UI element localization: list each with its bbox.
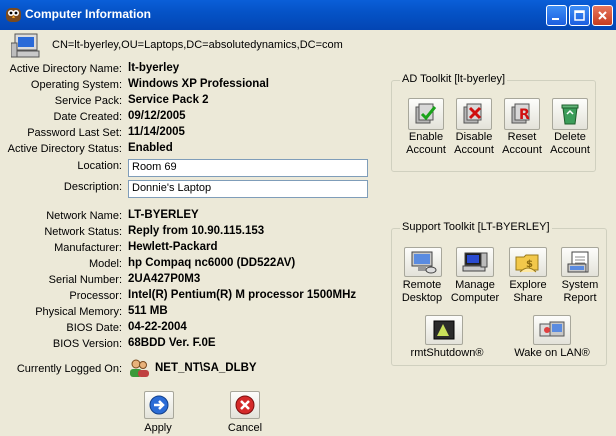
wake-on-lan-label: Wake on LAN® — [514, 347, 590, 359]
service-pack-label: Service Pack: — [54, 95, 122, 107]
system-report-icon — [567, 251, 589, 273]
recycle-bin-icon — [561, 104, 579, 125]
bios-version-label: BIOS Version: — [52, 338, 122, 350]
rmt-shutdown-button[interactable] — [425, 315, 463, 345]
physical-memory-label: Physical Memory: — [35, 306, 122, 318]
model-value: hp Compaq nc6000 (DD522AV) — [128, 257, 296, 269]
logged-on-value: NET_NT\SA_DLBY — [155, 362, 257, 374]
minimize-button[interactable] — [546, 5, 567, 26]
description-input[interactable]: Donnie's Laptop — [128, 180, 368, 198]
wake-on-lan-icon — [539, 321, 565, 337]
reset-account-button[interactable]: R — [504, 98, 540, 130]
remote-desktop-button[interactable] — [404, 247, 442, 277]
disable-account-button[interactable] — [456, 98, 492, 130]
remote-desktop-label: Remote Desktop — [401, 279, 443, 304]
window-title: Computer Information — [25, 7, 151, 21]
rmt-shutdown-label: rmtShutdown® — [410, 347, 484, 359]
network-status-label: Network Status: — [44, 226, 122, 238]
bios-version-value: 68BDD Ver. F.0E — [128, 337, 216, 349]
os-label: Operating System: — [30, 79, 122, 91]
computer-icon — [11, 33, 40, 58]
support-toolkit-group: Support Toolkit [LT-BYERLEY] $ Remote De… — [391, 221, 607, 366]
wake-on-lan-button[interactable] — [533, 315, 571, 345]
os-value: Windows XP Professional — [128, 78, 269, 90]
network-name-value: LT-BYERLEY — [128, 209, 199, 221]
description-label: Description: — [63, 181, 122, 193]
cancel-x-icon — [235, 395, 255, 415]
cancel-button[interactable] — [230, 391, 260, 419]
close-icon — [598, 11, 607, 20]
model-label: Model: — [88, 258, 122, 270]
distinguished-name: CN=lt-byerley,OU=Laptops,DC=absolutedyna… — [52, 39, 343, 51]
system-report-button[interactable] — [561, 247, 599, 277]
location-input[interactable]: Room 69 — [128, 159, 368, 177]
explore-share-icon: $ — [515, 254, 539, 273]
network-name-label: Network Name: — [46, 210, 122, 222]
explore-share-label: Explore Share — [509, 279, 547, 304]
logged-on-label: Currently Logged On: — [16, 363, 122, 375]
maximize-icon — [574, 10, 585, 21]
manage-computer-icon — [462, 252, 488, 272]
password-last-set-label: Password Last Set: — [27, 127, 122, 139]
serial-number-label: Serial Number: — [48, 274, 122, 286]
manufacturer-label: Manufacturer: — [54, 242, 122, 254]
manufacturer-value: Hewlett-Packard — [128, 241, 218, 253]
processor-value: Intel(R) Pentium(R) M processor 1500MHz — [128, 289, 357, 301]
processor-label: Processor: — [69, 290, 122, 302]
ad-status-label: Active Directory Status: — [7, 143, 122, 155]
cancel-label: Cancel — [227, 422, 263, 434]
ad-toolkit-group: AD Toolkit [lt-byerley] R Enable Account … — [391, 73, 596, 172]
users-icon — [130, 359, 149, 377]
system-report-label: System Report — [561, 279, 599, 304]
enable-account-button[interactable] — [408, 98, 444, 130]
bios-date-label: BIOS Date: — [66, 322, 122, 334]
physical-memory-value: 511 MB — [128, 305, 168, 317]
apply-label: Apply — [144, 422, 172, 434]
minimize-icon — [552, 18, 559, 20]
ad-status-value: Enabled — [128, 142, 173, 154]
app-owl-icon — [6, 8, 21, 22]
bios-date-value: 04-22-2004 — [128, 321, 187, 333]
network-status-value: Reply from 10.90.115.153 — [128, 225, 265, 237]
title-bar[interactable]: Computer Information — [0, 0, 616, 30]
enable-account-icon — [415, 103, 437, 124]
explore-share-button[interactable]: $ — [509, 247, 547, 277]
shutdown-icon — [433, 320, 455, 340]
ad-name-label: Active Directory Name: — [9, 63, 122, 75]
manage-computer-label: Manage Computer — [450, 279, 500, 304]
svg-text:R: R — [519, 107, 530, 123]
delete-account-button[interactable] — [552, 98, 588, 130]
serial-number-value: 2UA427P0M3 — [128, 273, 201, 285]
date-created-label: Date Created: — [53, 111, 122, 123]
apply-button[interactable] — [144, 391, 174, 419]
ad-name-value: lt-byerley — [128, 62, 180, 74]
remote-desktop-icon — [411, 251, 437, 274]
location-label: Location: — [77, 160, 122, 172]
maximize-button[interactable] — [569, 5, 590, 26]
date-created-value: 09/12/2005 — [128, 110, 186, 122]
support-toolkit-title: Support Toolkit [LT-BYERLEY] — [400, 221, 552, 233]
reset-account-icon: R — [511, 103, 530, 124]
ad-toolkit-title: AD Toolkit [lt-byerley] — [400, 73, 508, 85]
close-button[interactable] — [592, 5, 613, 26]
svg-text:$: $ — [526, 259, 533, 270]
disable-account-icon — [463, 103, 482, 124]
manage-computer-button[interactable] — [456, 247, 494, 277]
password-last-set-value: 11/14/2005 — [128, 126, 185, 138]
delete-account-label: Delete Account — [550, 131, 590, 156]
service-pack-value: Service Pack 2 — [128, 94, 209, 106]
apply-arrow-icon — [149, 395, 169, 415]
